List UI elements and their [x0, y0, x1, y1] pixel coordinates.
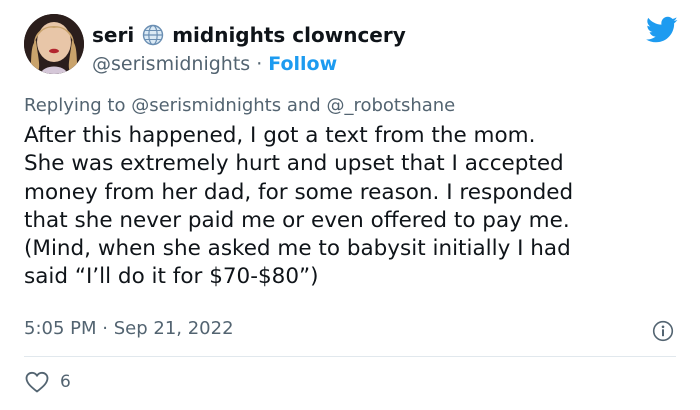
globe-icon: [142, 24, 164, 46]
replying-to-prefix: Replying to: [24, 95, 126, 116]
like-button[interactable]: 6: [24, 370, 71, 394]
heart-icon: [24, 370, 50, 394]
timestamp-separator: ·: [102, 318, 108, 339]
tweet-text-line: (Mind, when she asked me to babysit init…: [24, 236, 571, 262]
reply-mention[interactable]: @_robotshane: [326, 95, 455, 116]
tweet-card: seri midnights clowncery @serismidnights…: [0, 0, 700, 410]
tweet-timestamp[interactable]: 5:05 PM · Sep 21, 2022: [24, 318, 234, 339]
tweet-text-line: that she never paid me or even offered t…: [24, 207, 570, 233]
reply-mention[interactable]: @serismidnights: [131, 95, 281, 116]
tweet-date: Sep 21, 2022: [113, 318, 234, 339]
handle-separator: ·: [256, 53, 263, 75]
avatar[interactable]: [24, 14, 84, 74]
replying-to: Replying to @serismidnights and @_robots…: [24, 95, 455, 116]
tweet-text-line: money from her dad, for some reason. I r…: [24, 179, 574, 205]
tweet-time: 5:05 PM: [24, 318, 97, 339]
handle-row: @serismidnights · Follow: [92, 50, 640, 78]
user-header: seri midnights clowncery @serismidnights…: [92, 22, 640, 78]
tweet-text-line: said “I’ll do it for $70-$80”): [24, 264, 319, 290]
display-name-suffix[interactable]: midnights clowncery: [172, 23, 406, 47]
like-count: 6: [60, 372, 71, 392]
info-icon[interactable]: [652, 320, 674, 342]
user-handle[interactable]: @serismidnights: [92, 53, 250, 75]
divider: [24, 356, 676, 357]
reply-conjunction: and: [286, 95, 321, 116]
tweet-text-line: After this happened, I got a text from t…: [24, 123, 536, 148]
tweet-text: After this happened, I got a text from t…: [24, 122, 684, 292]
name-row: seri midnights clowncery: [92, 22, 640, 48]
tweet-text-line: She was extremely hurt and upset that I …: [24, 151, 564, 177]
follow-button[interactable]: Follow: [268, 53, 337, 75]
twitter-bird-icon[interactable]: [646, 16, 678, 44]
display-name[interactable]: seri: [92, 23, 134, 47]
